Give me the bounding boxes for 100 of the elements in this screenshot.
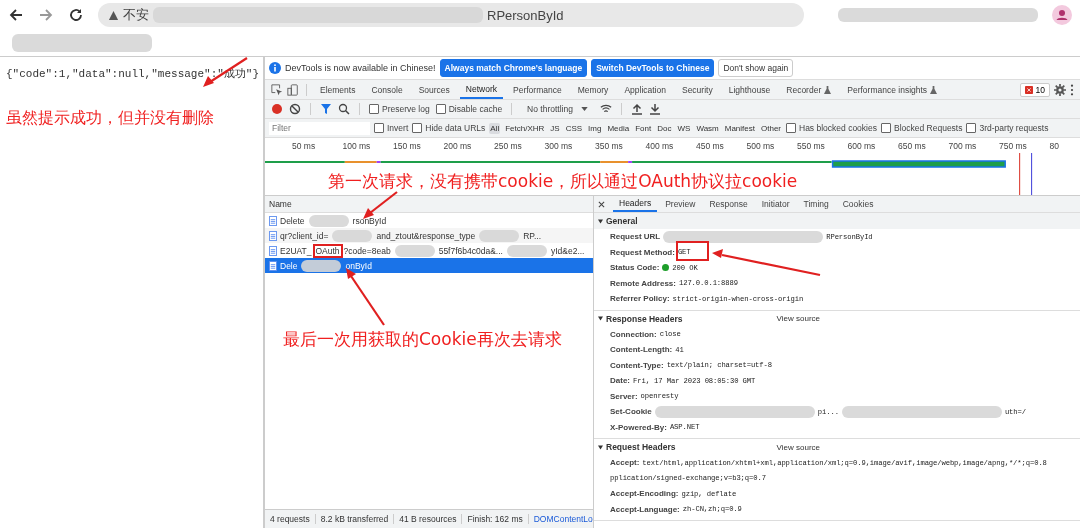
document-icon bbox=[269, 215, 277, 226]
header-name: Remote Address: bbox=[610, 278, 676, 288]
download-icon[interactable] bbox=[648, 103, 661, 115]
time-tick: 50 ms bbox=[292, 140, 317, 151]
details-tab[interactable]: Response bbox=[703, 196, 754, 212]
address-bar[interactable]: 不安 RPersonById bbox=[98, 3, 804, 27]
settings-icon[interactable] bbox=[1054, 83, 1066, 96]
panel-tab[interactable]: Recorder bbox=[780, 80, 838, 99]
type-filter-button[interactable]: WS bbox=[676, 122, 692, 134]
wifi-icon[interactable] bbox=[599, 103, 612, 115]
back-icon[interactable] bbox=[8, 7, 24, 23]
panel-tab[interactable]: Console bbox=[365, 80, 409, 99]
request-name: ?code=8eab bbox=[343, 245, 391, 256]
profile-icon[interactable] bbox=[1052, 5, 1072, 25]
info-bar-button[interactable]: Switch DevTools to Chinese bbox=[591, 59, 715, 77]
type-filter-button[interactable]: Font bbox=[634, 122, 653, 134]
panel-tab[interactable]: Lighthouse bbox=[722, 80, 777, 99]
close-icon[interactable] bbox=[598, 200, 605, 208]
time-tick: 250 ms bbox=[494, 140, 523, 151]
header-name: Status Code: bbox=[610, 263, 660, 273]
expand-arrow-icon[interactable] bbox=[598, 218, 603, 224]
request-name: and_ztout&response_type bbox=[376, 230, 476, 241]
header-name: Accept-Language: bbox=[610, 504, 680, 514]
request-row[interactable]: qr?client_id= and_ztout&response_type RP... bbox=[265, 228, 593, 243]
type-filter-button[interactable]: Media bbox=[606, 122, 631, 134]
request-row[interactable]: Delete rsonById bbox=[265, 213, 593, 228]
details-tab[interactable]: Preview bbox=[659, 196, 702, 212]
request-name: qr?client_id= bbox=[280, 230, 329, 241]
panel-tab[interactable]: Sources bbox=[412, 80, 456, 99]
status-text: DOMContentLo bbox=[532, 514, 594, 524]
view-source-link[interactable]: View source bbox=[776, 314, 820, 323]
info-bar-button[interactable]: Always match Chrome's language bbox=[439, 59, 588, 77]
time-tick: 350 ms bbox=[595, 140, 624, 151]
type-filter-button[interactable]: All bbox=[489, 122, 501, 134]
type-filter-button[interactable]: CSS bbox=[564, 122, 584, 134]
type-filter-button[interactable]: Fetch/XHR bbox=[504, 122, 546, 134]
time-tick: 750 ms bbox=[999, 140, 1028, 151]
request-row[interactable]: E2UAT_ OAuth ?code=8eab 55f7f6b4c0da&... yId&e2... bbox=[265, 243, 593, 258]
expand-arrow-icon[interactable] bbox=[598, 444, 603, 450]
type-filter-button[interactable]: JS bbox=[549, 122, 561, 134]
time-tick: 700 ms bbox=[948, 140, 978, 151]
type-filter-button[interactable]: Manifest bbox=[723, 122, 756, 134]
time-tick: 100 ms bbox=[342, 140, 372, 151]
inspect-icon[interactable] bbox=[271, 83, 283, 96]
search-icon[interactable] bbox=[338, 103, 350, 115]
info-icon bbox=[269, 62, 281, 74]
request-name: onById bbox=[345, 260, 372, 271]
document-icon bbox=[269, 260, 277, 271]
filter-icon[interactable] bbox=[320, 103, 332, 115]
details-tab[interactable]: Timing bbox=[797, 196, 835, 212]
header-name: Accept-Encoding: bbox=[610, 489, 679, 499]
request-row[interactable]: Dele onById bbox=[265, 258, 593, 273]
url-text: RPersonById bbox=[487, 7, 564, 23]
checkbox-option[interactable]: Blocked Requests bbox=[880, 123, 963, 133]
checkbox-option[interactable]: Invert bbox=[374, 123, 409, 133]
issues-badge[interactable]: 10 bbox=[1019, 82, 1050, 97]
time-tick: 550 ms bbox=[797, 140, 826, 151]
details-tab[interactable]: Initiator bbox=[755, 196, 796, 212]
time-tick: 450 ms bbox=[696, 140, 725, 151]
details-tab[interactable]: Cookies bbox=[836, 196, 880, 212]
expand-arrow-icon[interactable] bbox=[598, 316, 603, 321]
panel-tab[interactable]: Performance bbox=[507, 80, 568, 99]
checkbox-option[interactable]: Preserve log bbox=[369, 104, 430, 114]
header-name: Set-Cookie bbox=[610, 407, 652, 417]
checkbox-option[interactable]: Hide data URLs bbox=[412, 123, 486, 133]
panel-tab[interactable]: Elements bbox=[314, 80, 362, 99]
clear-icon[interactable] bbox=[289, 103, 301, 115]
throttling-dropdown[interactable]: No throttling bbox=[521, 103, 594, 115]
checkbox-option[interactable]: Disable cache bbox=[435, 104, 503, 114]
more-icon[interactable] bbox=[1070, 83, 1074, 96]
request-name: E2UAT_ bbox=[280, 245, 312, 256]
status-text: 8.2 kB transferred bbox=[315, 514, 395, 524]
panel-tab[interactable]: Application bbox=[618, 80, 672, 99]
panel-tab[interactable]: Performance insights bbox=[841, 80, 944, 99]
type-filter-button[interactable]: Doc bbox=[656, 122, 673, 134]
filter-field[interactable]: Filter bbox=[269, 121, 370, 135]
annotation-text: 最后一次用获取的Cookie再次去请求 bbox=[283, 328, 562, 351]
document-icon bbox=[269, 230, 277, 241]
status-text: 4 requests bbox=[265, 514, 316, 524]
upload-icon[interactable] bbox=[630, 103, 643, 115]
info-bar-button[interactable]: Don't show again bbox=[718, 59, 794, 77]
view-source-link[interactable]: View source bbox=[776, 442, 820, 452]
panel-tab[interactable]: Security bbox=[675, 80, 719, 99]
record-icon[interactable] bbox=[271, 103, 283, 115]
checkbox-option[interactable]: Has blocked cookies bbox=[786, 123, 877, 133]
annotation-text: 第一次请求，没有携带cookie，所以通过OAuth协议拉cookie bbox=[328, 170, 798, 193]
request-name: Dele bbox=[280, 260, 298, 271]
checkbox-option[interactable]: 3rd-party requests bbox=[966, 123, 1049, 133]
forward-icon[interactable] bbox=[38, 7, 54, 23]
status-text: 41 B resources bbox=[394, 514, 463, 524]
header-name: Referrer Policy: bbox=[610, 294, 670, 304]
type-filter-button[interactable]: Wasm bbox=[695, 122, 720, 134]
reload-icon[interactable] bbox=[68, 7, 84, 23]
device-icon[interactable] bbox=[287, 83, 299, 96]
type-filter-button[interactable]: Other bbox=[760, 122, 782, 134]
header-name: Server: bbox=[610, 391, 638, 401]
type-filter-button[interactable]: Img bbox=[587, 122, 603, 134]
time-tick: 600 ms bbox=[847, 140, 877, 151]
panel-tab[interactable]: Memory bbox=[571, 80, 615, 99]
header-name: Content-Length: bbox=[610, 345, 673, 355]
